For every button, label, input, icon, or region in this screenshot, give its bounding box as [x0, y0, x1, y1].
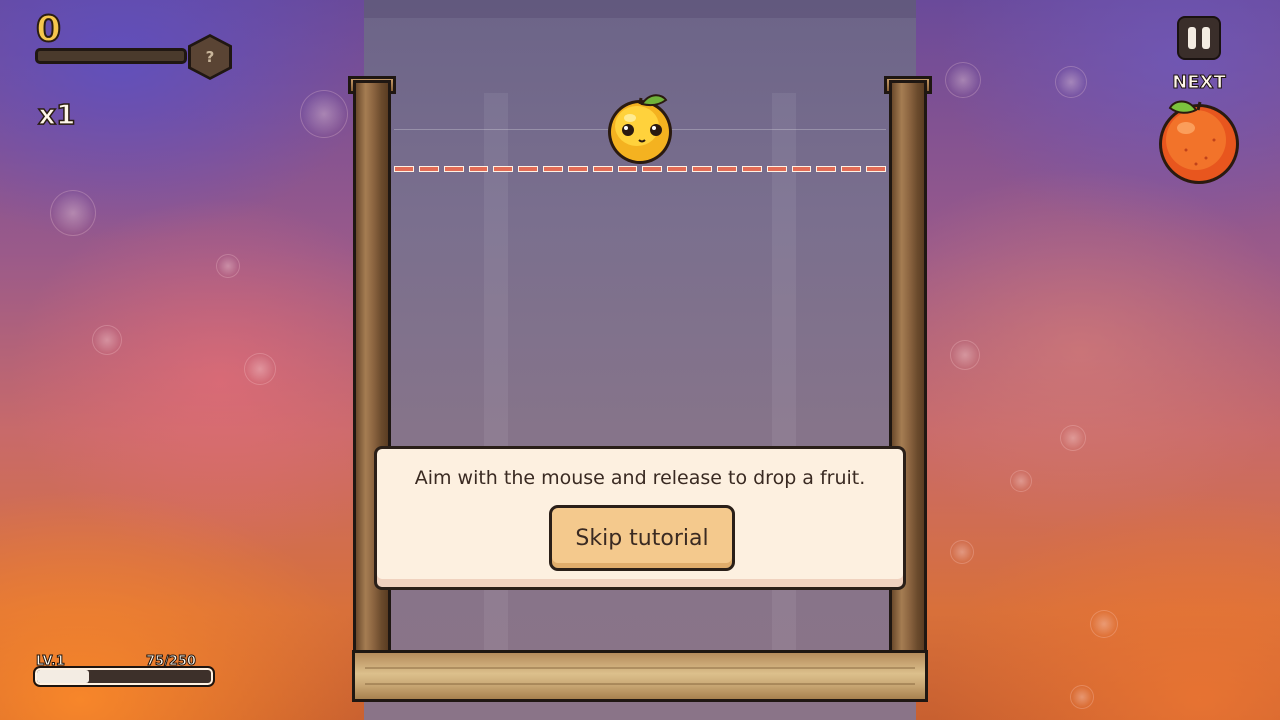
- bokeh-particle: [1010, 470, 1032, 492]
- danger-line-dash: [394, 166, 414, 172]
- danger-line-dash: [741, 166, 762, 172]
- danger-line-dash: [592, 166, 613, 172]
- bokeh-particle: [300, 90, 348, 138]
- xp-progress-bar: [33, 666, 215, 687]
- danger-line-dash: [766, 166, 787, 172]
- danger-line-dash: [667, 166, 688, 172]
- danger-line-dash: [543, 166, 563, 172]
- danger-line-dash: [866, 166, 886, 172]
- danger-line-dash: [841, 166, 862, 172]
- combo-multiplier: x1: [37, 97, 76, 132]
- danger-line-dash: [567, 166, 588, 172]
- danger-line-dash: [816, 166, 837, 172]
- danger-line: [394, 166, 886, 174]
- score-value: 0: [35, 9, 62, 51]
- bokeh-particle: [945, 62, 981, 98]
- orange-icon: [1159, 100, 1239, 184]
- container-floor: [352, 650, 928, 702]
- next-fruit-orange: [1156, 98, 1242, 184]
- danger-line-dash: [468, 166, 489, 172]
- bokeh-particle: [1060, 425, 1086, 451]
- skip-tutorial-button[interactable]: Skip tutorial: [549, 505, 735, 571]
- score-progress-bar: [35, 48, 187, 64]
- lemon-icon: [608, 94, 672, 164]
- current-fruit-lemon[interactable]: [604, 90, 676, 166]
- danger-line-dash: [791, 166, 812, 172]
- next-label: NEXT: [1172, 72, 1227, 94]
- danger-line-dash: [418, 166, 439, 172]
- danger-line-dash: [493, 166, 514, 172]
- bokeh-particle: [1070, 685, 1094, 709]
- xp-progress-fill: [37, 670, 90, 683]
- xp-text: 75/250: [146, 654, 197, 670]
- container-top-strip: [364, 0, 916, 18]
- pause-button[interactable]: [1177, 16, 1221, 60]
- bokeh-particle: [50, 190, 96, 236]
- bokeh-particle: [92, 325, 122, 355]
- pause-icon-bar: [1202, 27, 1210, 49]
- bokeh-particle: [1055, 66, 1087, 98]
- bokeh-particle: [216, 254, 240, 278]
- danger-line-dash: [642, 166, 663, 172]
- bokeh-particle: [950, 540, 974, 564]
- danger-line-dash: [518, 166, 539, 172]
- bokeh-particle: [950, 340, 980, 370]
- mystery-fruit-icon: ?: [191, 37, 229, 77]
- tutorial-message: Aim with the mouse and release to drop a…: [414, 467, 866, 489]
- tutorial-panel: Aim with the mouse and release to drop a…: [374, 446, 906, 590]
- mystery-fruit-label: ?: [205, 48, 215, 66]
- danger-line-dash: [617, 166, 638, 172]
- danger-line-dash: [443, 166, 464, 172]
- danger-line-dash: [716, 166, 737, 172]
- mystery-fruit-badge: ?: [188, 34, 232, 80]
- pause-icon-bar: [1188, 27, 1196, 49]
- danger-line-dash: [692, 166, 712, 172]
- bokeh-particle: [1090, 610, 1118, 638]
- level-label: LV.1: [36, 654, 66, 670]
- bokeh-particle: [244, 353, 276, 385]
